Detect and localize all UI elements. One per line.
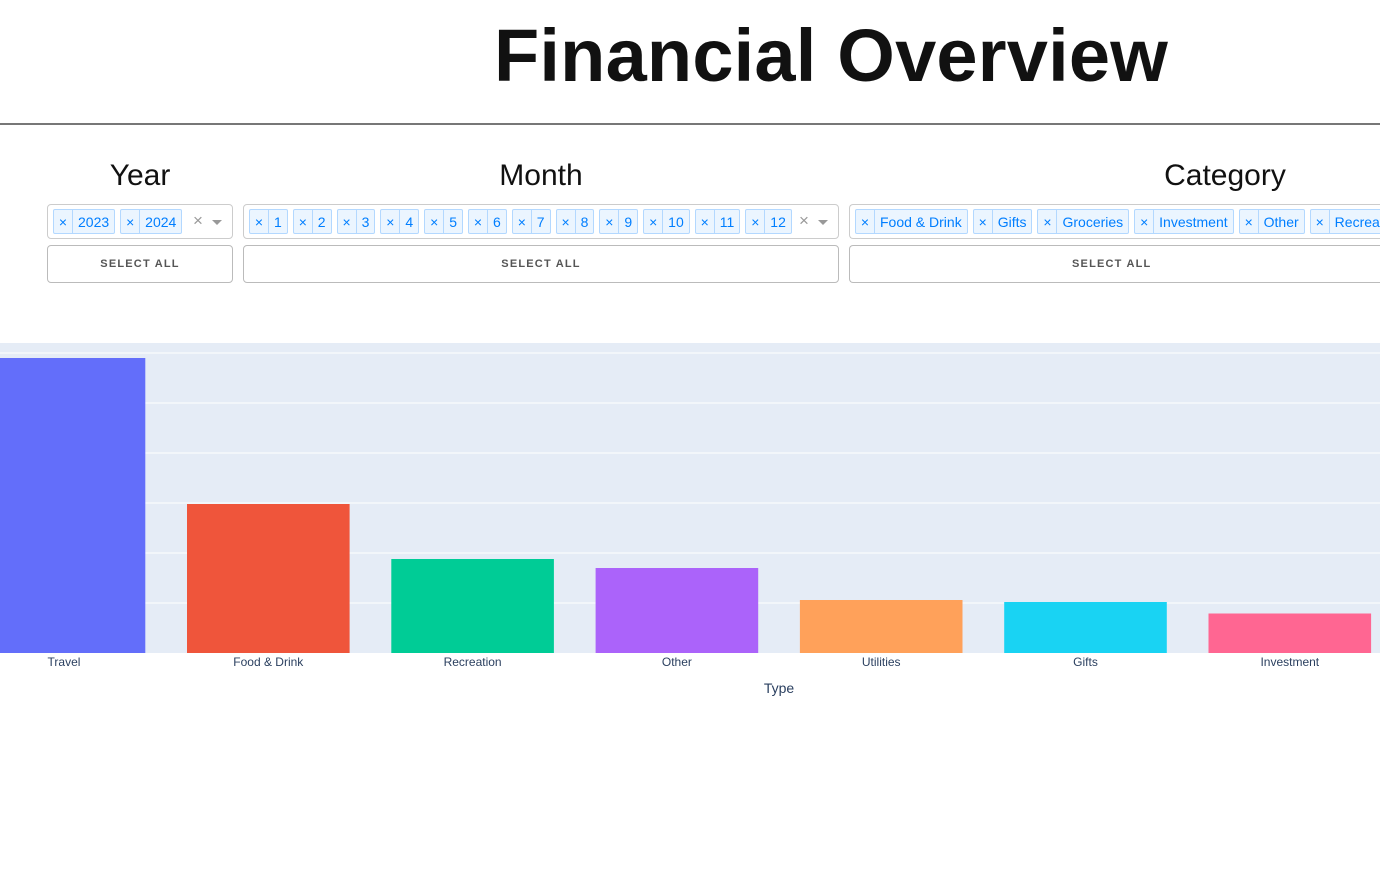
x-tick-label: Food & Drink: [233, 655, 304, 669]
bar-travel[interactable]: [0, 358, 146, 653]
x-tick-label: Other: [662, 655, 692, 669]
x-tick-label: Travel: [48, 655, 81, 669]
x-axis-label: Type: [764, 680, 795, 696]
bar-gifts[interactable]: [1004, 602, 1167, 653]
bar-utilities[interactable]: [799, 600, 963, 653]
bar-investment[interactable]: [1208, 613, 1372, 654]
bar-other[interactable]: [595, 568, 759, 653]
x-tick-label: Utilities: [862, 655, 901, 669]
x-tick-label: Investment: [1260, 655, 1319, 669]
bar-recreation[interactable]: [391, 559, 554, 653]
x-tick-label: Recreation: [444, 655, 502, 669]
bar-food-drink[interactable]: [187, 504, 350, 653]
x-tick-label: Gifts: [1073, 655, 1098, 669]
bar-chart: Travel Food & Drink Recreation Other Utiliti…: [0, 352, 1380, 696]
